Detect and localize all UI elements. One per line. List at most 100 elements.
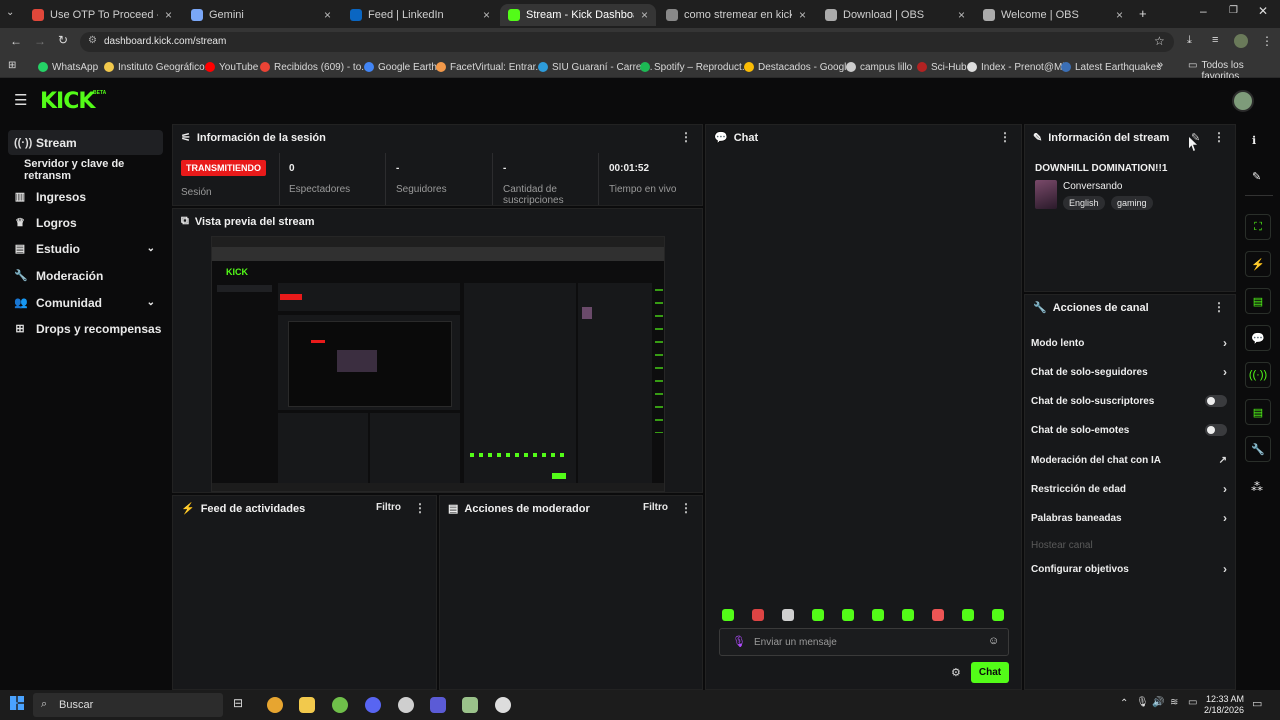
emote-icon[interactable] — [932, 609, 944, 621]
settings-icon[interactable] — [398, 697, 414, 713]
emote-icon[interactable] — [962, 609, 974, 621]
channel-action-item[interactable]: Restricción de edad › — [1031, 479, 1227, 499]
chat-menu-icon[interactable]: ⋮ — [999, 130, 1011, 144]
close-tab-icon[interactable]: × — [641, 8, 648, 22]
channel-action-item[interactable]: Palabras baneadas › — [1031, 508, 1227, 528]
bookmark-item[interactable]: Google Earth — [364, 59, 437, 75]
bookmark-item[interactable]: Recibidos (609) - to... — [260, 59, 370, 75]
rail-edit-icon[interactable]: ✎ — [1252, 170, 1261, 183]
sidebar-item[interactable]: ((·)) Stream — [8, 130, 163, 155]
emote-icon[interactable] — [752, 609, 764, 621]
browser-tab[interactable]: Use OTP To Proceed - tomasto × — [24, 4, 180, 26]
microphone-icon[interactable]: 🎙 — [732, 635, 746, 648]
sidebar-item[interactable]: ▤ Estudio ⌄ — [8, 236, 163, 261]
channel-actions-menu-icon[interactable]: ⋮ — [1213, 300, 1225, 314]
app2-icon[interactable] — [462, 697, 478, 713]
minimize-button[interactable]: – — [1200, 4, 1207, 18]
user-avatar[interactable] — [1232, 90, 1254, 112]
tab-search-icon[interactable]: ⌄ — [6, 7, 14, 18]
reading-list-icon[interactable]: ≡ — [1212, 34, 1218, 46]
qgis-icon[interactable] — [332, 697, 348, 713]
apps-icon[interactable]: ⊞ — [8, 60, 16, 71]
tag-pill[interactable]: gaming — [1111, 196, 1153, 210]
bookmark-item[interactable]: Latest Earthquakes — [1061, 59, 1161, 75]
mod-filter-button[interactable]: Filtro — [643, 502, 668, 513]
emote-icon[interactable] — [812, 609, 824, 621]
channel-action-item[interactable]: Chat de solo-suscriptores — [1031, 391, 1227, 411]
stream-info-menu-icon[interactable]: ⋮ — [1213, 130, 1225, 144]
channel-action-item[interactable]: Moderación del chat con IA ↗ — [1031, 450, 1227, 470]
channel-action-item[interactable]: Configurar objetivos › — [1031, 559, 1227, 579]
chrome-icon[interactable] — [267, 697, 283, 713]
browser-tab[interactable]: Download | OBS × — [817, 4, 973, 26]
browser-tab[interactable]: Stream - Kick Dashboard × — [500, 4, 656, 26]
notifications-icon[interactable]: ▭ — [1252, 697, 1262, 710]
task-view-icon[interactable]: ⊟ — [233, 696, 243, 710]
reload-icon[interactable]: ↻ — [58, 33, 68, 47]
category-thumbnail[interactable] — [1035, 180, 1057, 209]
emote-icon[interactable] — [782, 609, 794, 621]
url-field[interactable]: ⚙ dashboard.kick.com/stream ☆ — [80, 32, 1174, 52]
close-window-button[interactable]: ✕ — [1258, 4, 1268, 18]
browser-tab[interactable]: Welcome | OBS × — [975, 4, 1131, 26]
sidebar-item[interactable]: 👥 Comunidad ⌄ — [8, 290, 163, 315]
app-icon[interactable] — [430, 697, 446, 713]
toggle-switch[interactable] — [1205, 424, 1227, 436]
activity-filter-button[interactable]: Filtro — [376, 502, 401, 513]
clipboard-icon[interactable]: ▤ — [1245, 288, 1271, 314]
bookmark-item[interactable]: WhatsApp — [38, 59, 98, 75]
info-icon[interactable]: ℹ — [1252, 134, 1256, 147]
browser-tab[interactable]: Feed | LinkedIn × — [342, 4, 498, 26]
taskbar-clock[interactable]: 12:33 AM 2/18/2026 — [1200, 694, 1244, 716]
session-menu-icon[interactable]: ⋮ — [680, 130, 692, 144]
channel-action-item[interactable]: Chat de solo-seguidores › — [1031, 362, 1227, 382]
battery-icon[interactable]: ▭ — [1188, 697, 1197, 708]
close-tab-icon[interactable]: × — [324, 8, 331, 22]
bookmark-item[interactable]: Index - Prenot@Mi — [967, 59, 1065, 75]
more-bookmarks-icon[interactable]: » — [1157, 59, 1163, 71]
close-tab-icon[interactable]: × — [483, 8, 490, 22]
screenshot-icon[interactable]: ⛶ — [1245, 214, 1271, 240]
emote-icon[interactable] — [872, 609, 884, 621]
back-icon[interactable]: ← — [10, 34, 22, 48]
bookmark-item[interactable]: SIU Guaraní - Carrer... — [538, 59, 653, 75]
bookmark-item[interactable]: campus lillo — [846, 59, 912, 75]
hamburger-menu-icon[interactable]: ☰ — [14, 91, 27, 109]
forward-icon[interactable]: → — [34, 34, 46, 48]
category-name[interactable]: Conversando — [1063, 181, 1122, 192]
sidebar-item[interactable]: Servidor y clave de retransm — [8, 157, 163, 182]
emoji-icon[interactable]: ☺ — [988, 635, 999, 647]
chat-send-button[interactable]: Chat — [971, 662, 1009, 683]
volume-icon[interactable]: 🔊 — [1152, 697, 1164, 708]
bookmark-star-icon[interactable]: ☆ — [1154, 34, 1165, 48]
close-tab-icon[interactable]: × — [958, 8, 965, 22]
channel-action-item[interactable]: Chat de solo-emotes — [1031, 420, 1227, 440]
close-tab-icon[interactable]: × — [165, 8, 172, 22]
emote-icon[interactable] — [992, 609, 1004, 621]
browser-tab[interactable]: Gemini × — [183, 4, 339, 26]
file-explorer-icon[interactable] — [299, 697, 315, 713]
layers-icon[interactable]: ▤ — [1245, 399, 1271, 425]
emote-icon[interactable] — [902, 609, 914, 621]
site-info-icon[interactable]: ⚙ — [88, 35, 97, 46]
wifi-icon[interactable]: ≋ — [1170, 697, 1178, 708]
chat-input[interactable]: 🎙 Enviar un mensaje ☺ — [719, 628, 1009, 656]
bookmark-item[interactable]: Destacados - Googl... — [744, 59, 855, 75]
sidebar-item[interactable]: ♛ Logros — [8, 210, 163, 235]
browser-tab[interactable]: como stremear en kick - Buscar × — [658, 4, 814, 26]
new-tab-button[interactable]: + — [1139, 6, 1147, 21]
activity-menu-icon[interactable]: ⋮ — [414, 501, 426, 515]
kick-logo[interactable]: KICK — [40, 89, 95, 114]
bookmark-item[interactable]: Sci-Hub — [917, 59, 967, 75]
tray-chevron-icon[interactable]: ⌃ — [1120, 698, 1128, 709]
bookmark-item[interactable]: Spotify – Reproduct... — [640, 59, 750, 75]
chat-icon[interactable]: 💬 — [1245, 325, 1271, 351]
sidebar-item[interactable]: 🔧 Moderación — [8, 263, 163, 288]
sidebar-item[interactable]: ▥ Ingresos — [8, 184, 163, 209]
channel-action-item[interactable]: Modo lento › — [1031, 333, 1227, 353]
chat-settings-icon[interactable]: ⚙ — [951, 666, 961, 679]
emote-icon[interactable] — [722, 609, 734, 621]
obs-icon[interactable] — [495, 697, 511, 713]
sidebar-item[interactable]: ⊞ Drops y recompensas — [8, 316, 163, 341]
broadcast-icon[interactable]: ((·)) — [1245, 362, 1271, 388]
